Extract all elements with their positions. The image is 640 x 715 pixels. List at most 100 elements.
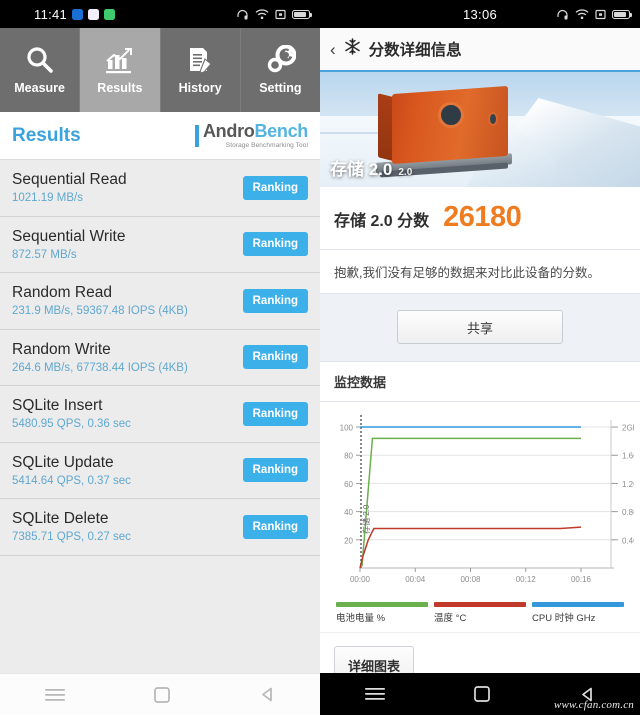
battery-icon <box>292 9 312 19</box>
legend-label: CPU 时钟 GHz <box>532 613 596 624</box>
app-icon-purple <box>88 8 100 20</box>
menu-icon[interactable] <box>44 688 65 702</box>
x-axis-tick-label: 00:04 <box>405 575 426 584</box>
headset-icon <box>236 9 249 20</box>
result-name: Random Write <box>12 340 111 358</box>
right-phone-screen: 13:06 ‹ 分数详细信息 存储 2.0 2.0 存储 2.0 分数 2618… <box>320 0 640 715</box>
wifi-icon <box>575 8 589 20</box>
table-row[interactable]: SQLite Delete 7385.71 QPS, 0.27 sec Rankin… <box>0 499 320 556</box>
score-detail-scroll[interactable]: 存储 2.0 2.0 存储 2.0 分数 26180 抱歉,我们没有足够的数据来… <box>320 72 640 673</box>
series-line <box>359 526 582 569</box>
results-header: Results AndroBench Storage Benchmarking … <box>0 112 320 160</box>
tab-measure[interactable]: Measure <box>0 28 81 112</box>
score-label: 存储 2.0 分数 <box>334 213 430 230</box>
snowflake-icon <box>344 38 361 60</box>
result-value: 7385.71 QPS, 0.27 sec <box>12 531 131 544</box>
monitor-chart-svg: 20 40 60 80 100 0.4GHz 0.8GHz 1.2GHz 1.6GHz 2GHz 0… <box>340 415 634 584</box>
legend-item: 电池电量 % <box>336 602 428 624</box>
logo-andro: Andro <box>202 120 255 141</box>
app-icon-green <box>104 8 116 20</box>
chart-annotation: 存储 2.0 <box>361 504 371 534</box>
table-row[interactable]: Sequential Write 872.57 MB/s Ranking <box>0 216 320 273</box>
y-axis-tick-label: 20 <box>344 536 353 545</box>
hero-porthole-icon <box>438 102 464 128</box>
dual-screenshot: 11:41 Measure Results History Setting Re… <box>0 0 640 715</box>
logo-bench: Bench <box>254 120 308 141</box>
x-axis-tick-label: 00:00 <box>350 575 371 584</box>
hero-label-main: 存储 2.0 <box>330 160 393 179</box>
hero-label-version: 2.0 <box>398 167 413 178</box>
tab-results[interactable]: Results <box>80 28 161 112</box>
table-row[interactable]: SQLite Update 5414.64 QPS, 0.37 sec Rankin… <box>0 442 320 499</box>
back-chevron-icon[interactable]: ‹ <box>330 41 336 58</box>
sim-icon <box>275 9 286 20</box>
ranking-button[interactable]: Ranking <box>242 401 308 426</box>
x-axis-tick-label: 00:12 <box>516 575 537 584</box>
back-icon[interactable] <box>260 687 275 702</box>
results-list: Sequential Read 1021.19 MB/s Ranking Sequen… <box>0 160 320 673</box>
ranking-button[interactable]: Ranking <box>242 175 308 200</box>
home-icon[interactable] <box>154 686 171 703</box>
tab-setting[interactable]: Setting <box>241 28 320 112</box>
legend-swatch <box>336 602 428 607</box>
tab-history-label: History <box>178 81 222 95</box>
legend-swatch <box>532 602 624 607</box>
ranking-button[interactable]: Ranking <box>242 288 308 313</box>
y-axis-tick-label: 60 <box>344 480 353 489</box>
no-comparison-note: 抱歉,我们没有足够的数据来对比此设备的分数。 <box>320 250 640 294</box>
ranking-button[interactable]: Ranking <box>242 232 308 257</box>
result-value: 231.9 MB/s, 59367.48 IOPS (4KB) <box>12 305 188 318</box>
result-value: 5480.95 QPS, 0.36 sec <box>12 418 131 431</box>
score-value: 26180 <box>443 201 522 233</box>
y-axis-tick-label: 80 <box>344 452 353 461</box>
legend-item: CPU 时钟 GHz <box>532 602 624 624</box>
result-value: 872.57 MB/s <box>12 248 77 261</box>
watermark: www.cfan.com.cn <box>553 699 634 711</box>
left-status-bar: 11:41 <box>0 0 320 28</box>
battery-icon <box>612 9 632 19</box>
gears-icon <box>265 45 296 76</box>
menu-icon[interactable] <box>364 687 385 701</box>
tab-measure-label: Measure <box>14 81 65 95</box>
x-axis-tick-label: 00:08 <box>460 575 481 584</box>
tab-results-label: Results <box>97 81 143 95</box>
document-edit-icon <box>185 45 216 76</box>
right-axis-tick-label: 1.6GHz <box>622 452 634 461</box>
result-name: SQLite Update <box>12 453 114 471</box>
table-row[interactable]: Random Read 231.9 MB/s, 59367.48 IOPS (4K… <box>0 273 320 330</box>
table-row[interactable]: Random Write 264.6 MB/s, 67738.44 IOPS (4… <box>0 329 320 386</box>
result-name: Sequential Write <box>12 227 126 245</box>
sim-icon <box>595 9 606 20</box>
detail-chart-button[interactable]: 详细图表 <box>334 646 414 673</box>
hero-porthole-small-icon <box>488 112 498 126</box>
ranking-button[interactable]: Ranking <box>242 514 308 539</box>
left-phone-screen: 11:41 Measure Results History Setting Re… <box>0 0 320 715</box>
ranking-button[interactable]: Ranking <box>242 345 308 370</box>
y-axis-tick-label: 40 <box>344 508 353 517</box>
legend-label: 温度 °C <box>434 613 467 624</box>
left-nav-bar <box>0 673 320 715</box>
ranking-button[interactable]: Ranking <box>242 458 308 483</box>
share-button[interactable]: 共享 <box>397 310 563 344</box>
right-axis-tick-label: 0.8GHz <box>622 508 634 517</box>
table-row[interactable]: SQLite Insert 5480.95 QPS, 0.36 sec Rankin… <box>0 386 320 443</box>
chart-legend: 电池电量 % 温度 °C CPU 时钟 GHz <box>326 600 634 624</box>
hero-image: 存储 2.0 2.0 <box>320 72 640 187</box>
tab-history[interactable]: History <box>161 28 241 112</box>
magnifier-icon <box>24 45 55 76</box>
table-row[interactable]: Sequential Read 1021.19 MB/s Ranking <box>0 160 320 217</box>
result-value: 1021.19 MB/s <box>12 192 83 205</box>
wifi-icon <box>255 8 269 20</box>
series-line <box>359 437 581 569</box>
hero-label: 存储 2.0 2.0 <box>330 155 412 180</box>
share-button-wrap: 共享 <box>320 294 640 361</box>
detail-chart-wrap: 详细图表 <box>320 632 640 673</box>
right-axis-tick-label: 0.4GHz <box>622 536 634 545</box>
monitor-section-title: 监控数据 <box>320 361 640 402</box>
androbench-tab-bar: Measure Results History Setting <box>0 28 320 112</box>
home-icon[interactable] <box>474 686 491 702</box>
legend-label: 电池电量 % <box>336 613 386 624</box>
androbench-logo: AndroBench Storage Benchmarking Tool <box>194 120 308 150</box>
monitor-chart: 20 40 60 80 100 0.4GHz 0.8GHz 1.2GHz 1.6GHz 2GHz 0… <box>320 402 640 632</box>
x-axis-tick-label: 00:16 <box>571 575 592 584</box>
